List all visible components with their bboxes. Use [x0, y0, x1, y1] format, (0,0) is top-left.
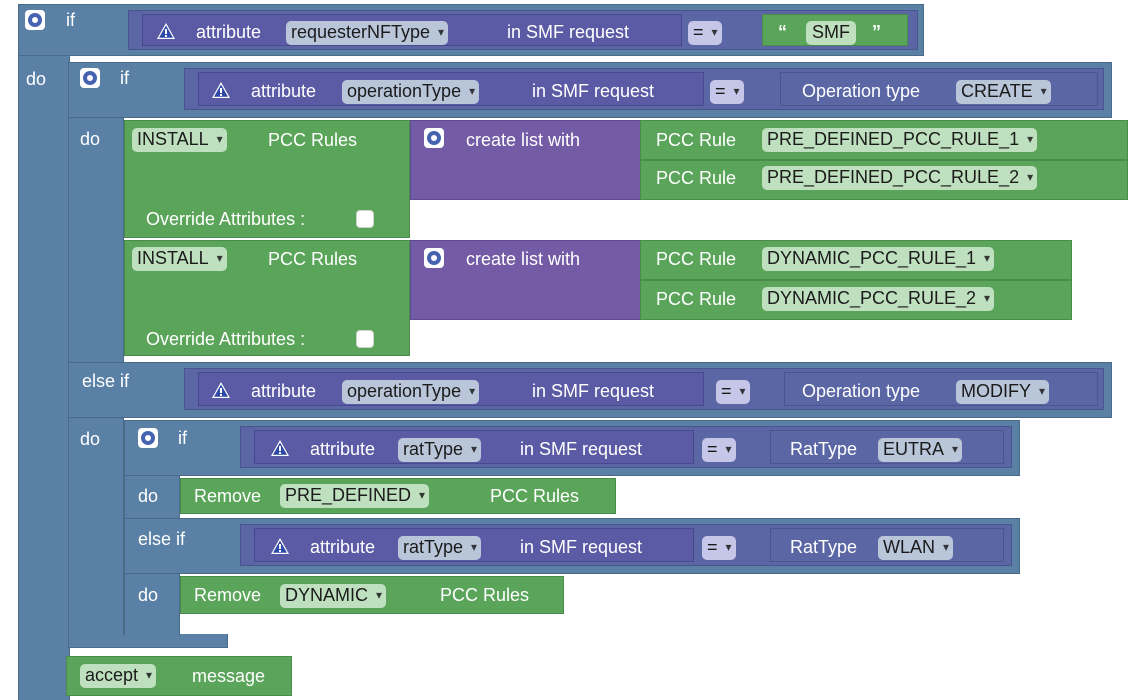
pcc-rule-4-dropdown[interactable]: DYNAMIC_PCC_RULE_2 — [762, 287, 995, 311]
install-2-action-dropdown[interactable]: INSTALL — [132, 247, 227, 271]
rat-if-keyword: if — [178, 428, 187, 448]
eutra-attribute-word: attribute — [310, 439, 376, 459]
outer-operator-dropdown[interactable]: = — [688, 21, 722, 45]
remove-dynamic-pcc-label: PCC Rules — [440, 585, 530, 605]
pcc-rule-1-label: PCC Rule — [656, 130, 737, 150]
wlan-attribute-warning-icon — [270, 537, 290, 555]
inner-if-gear-icon[interactable] — [80, 68, 100, 88]
outer-attribute-warning-icon — [156, 22, 176, 40]
modify-optype-label: Operation type — [802, 381, 921, 401]
outer-if-keyword: if — [66, 10, 75, 30]
remove-dynamic-dropdown[interactable]: DYNAMIC — [280, 584, 387, 608]
install-2-pcc-rules-label: PCC Rules — [268, 249, 358, 269]
close-quote-icon: ” — [872, 22, 881, 42]
modify-attribute-warning-icon — [211, 381, 231, 399]
inner-if-keyword: if — [120, 68, 129, 88]
remove-dynamic-word: Remove — [194, 585, 262, 605]
outer-attribute-word: attribute — [196, 22, 262, 42]
remove-predefined-dropdown[interactable]: PRE_DEFINED — [280, 484, 430, 508]
wlan-attribute-dropdown[interactable]: ratType — [398, 536, 482, 560]
inner-do-keyword: do — [80, 129, 101, 149]
eutra-attribute-warning-icon — [270, 439, 290, 457]
install-1-override-label: Override Attributes : — [146, 209, 306, 229]
eutra-do-keyword: do — [138, 486, 159, 506]
pcc-rule-3-dropdown[interactable]: DYNAMIC_PCC_RULE_1 — [762, 247, 995, 271]
modify-attribute-word: attribute — [251, 381, 317, 401]
install-1-override-checkbox[interactable] — [356, 210, 374, 228]
pcc-rule-2-label: PCC Rule — [656, 168, 737, 188]
create-attribute-source: in SMF request — [532, 81, 655, 101]
install-2-override-label: Override Attributes : — [146, 329, 306, 349]
install-1-action-dropdown[interactable]: INSTALL — [132, 128, 227, 152]
pcc-rule-3-label: PCC Rule — [656, 249, 737, 269]
pcc-rule-1-dropdown[interactable]: PRE_DEFINED_PCC_RULE_1 — [762, 128, 1038, 152]
modify-do-keyword: do — [80, 429, 101, 449]
modify-attribute-dropdown[interactable]: operationType — [342, 380, 480, 404]
wlan-attribute-source: in SMF request — [520, 537, 643, 557]
modify-optype-dropdown[interactable]: MODIFY — [956, 380, 1049, 404]
create-optype-label: Operation type — [802, 81, 921, 101]
modify-attribute-source: in SMF request — [532, 381, 655, 401]
eutra-attribute-dropdown[interactable]: ratType — [398, 438, 482, 462]
eutra-operator-dropdown[interactable]: = — [702, 438, 736, 462]
eutra-attribute-source: in SMF request — [520, 439, 643, 459]
pcc-rule-4-label: PCC Rule — [656, 289, 737, 309]
rat-if-gear-icon[interactable] — [138, 428, 158, 448]
accept-message-label: message — [192, 666, 266, 686]
elseif-modify-keyword: else if — [82, 371, 130, 391]
eutra-rattype-label: RatType — [790, 439, 858, 459]
string-value-field[interactable]: SMF — [806, 21, 856, 45]
install-2-override-checkbox[interactable] — [356, 330, 374, 348]
eutra-rattype-dropdown[interactable]: EUTRA — [878, 438, 963, 462]
create-operator-dropdown[interactable]: = — [710, 80, 744, 104]
list-2-label: create list with — [466, 249, 581, 269]
inner-if-bottom — [68, 634, 228, 648]
create-attribute-warning-icon — [211, 81, 231, 99]
list-2-gear-icon[interactable] — [424, 248, 444, 268]
accept-action-dropdown[interactable]: accept — [80, 664, 157, 688]
wlan-do-keyword: do — [138, 585, 159, 605]
wlan-attribute-word: attribute — [310, 537, 376, 557]
outer-if-gear-icon[interactable] — [25, 10, 45, 30]
create-attribute-word: attribute — [251, 81, 317, 101]
rat-elseif-keyword: else if — [138, 529, 186, 549]
wlan-operator-dropdown[interactable]: = — [702, 536, 736, 560]
remove-predefined-pcc-label: PCC Rules — [490, 486, 580, 506]
outer-attribute-dropdown[interactable]: requesterNFType — [286, 21, 449, 45]
outer-attribute-source: in SMF request — [507, 22, 630, 42]
create-optype-dropdown[interactable]: CREATE — [956, 80, 1051, 104]
wlan-rattype-dropdown[interactable]: WLAN — [878, 536, 954, 560]
install-1-pcc-rules-label: PCC Rules — [268, 130, 358, 150]
create-attribute-dropdown[interactable]: operationType — [342, 80, 480, 104]
outer-do-keyword: do — [26, 69, 47, 89]
pcc-rule-2-dropdown[interactable]: PRE_DEFINED_PCC_RULE_2 — [762, 166, 1038, 190]
modify-operator-dropdown[interactable]: = — [716, 380, 750, 404]
wlan-rattype-label: RatType — [790, 537, 858, 557]
open-quote-icon: “ — [778, 22, 787, 42]
remove-predefined-word: Remove — [194, 486, 262, 506]
list-1-gear-icon[interactable] — [424, 128, 444, 148]
outer-if-spine — [18, 56, 70, 700]
list-1-label: create list with — [466, 130, 581, 150]
